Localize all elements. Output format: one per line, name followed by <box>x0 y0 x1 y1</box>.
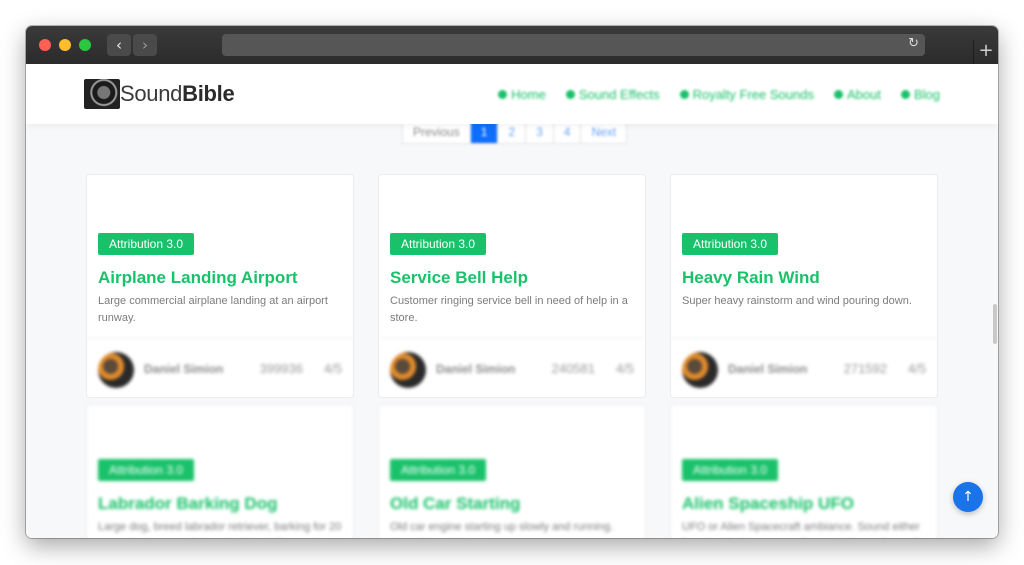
page-viewport: SoundBible Home Sound Effects Royalty Fr… <box>26 64 998 538</box>
zoom-window-button[interactable] <box>79 39 91 51</box>
sound-title[interactable]: Airplane Landing Airport <box>98 268 298 288</box>
sound-card[interactable]: Attribution 3.0 Service Bell Help Custom… <box>378 174 646 398</box>
site-logo[interactable]: SoundBible <box>84 79 235 109</box>
sound-description: Large commercial airplane landing at an … <box>98 295 328 324</box>
site-header: SoundBible Home Sound Effects Royalty Fr… <box>26 64 998 124</box>
card-footer: Daniel Simion 240581 4/5 <box>379 338 645 398</box>
nav-about[interactable]: About <box>833 87 881 102</box>
sound-title[interactable]: Alien Spaceship UFO <box>682 494 854 514</box>
play-count: 399936 <box>259 361 303 376</box>
home-icon <box>498 90 508 99</box>
rating: 4/5 <box>323 361 342 376</box>
license-badge[interactable]: Attribution 3.0 <box>98 233 195 255</box>
sound-card[interactable]: Attribution 3.0 Heavy Rain Wind Super he… <box>670 174 938 398</box>
scroll-to-top-button[interactable]: ↑ <box>953 482 983 512</box>
sound-title[interactable]: Old Car Starting <box>390 494 520 514</box>
nav-royalty-free-sounds[interactable]: Royalty Free Sounds <box>679 87 814 102</box>
info-icon <box>833 90 843 99</box>
rating: 4/5 <box>907 361 926 376</box>
logo-text: SoundBible <box>120 81 235 106</box>
pagination-page-3[interactable]: 3 <box>525 122 553 143</box>
license-badge[interactable]: Attribution 3.0 <box>390 233 487 255</box>
pagination-page-4[interactable]: 4 <box>552 122 581 143</box>
sign-in-icon <box>565 90 575 99</box>
license-badge[interactable]: Attribution 3.0 <box>98 459 195 481</box>
sound-description: UFO or Alien Spacecraft ambiance. Sound … <box>682 521 920 533</box>
pagination-page-2[interactable]: 2 <box>497 122 525 143</box>
sound-title[interactable]: Labrador Barking Dog <box>98 494 277 514</box>
sound-card[interactable]: Attribution 3.0 Alien Spaceship UFO UFO … <box>670 404 938 538</box>
pagination-next[interactable]: Next <box>580 122 626 143</box>
back-button[interactable]: ‹ <box>107 34 131 56</box>
minimize-window-button[interactable] <box>59 39 71 51</box>
forward-button[interactable]: › <box>133 34 157 56</box>
scrollbar-thumb[interactable] <box>993 304 997 344</box>
pagination-previous[interactable]: Previous <box>403 122 470 143</box>
license-badge[interactable]: Attribution 3.0 <box>682 459 779 481</box>
play-count: 271592 <box>843 361 887 376</box>
sound-card[interactable]: Attribution 3.0 Old Car Starting Old car… <box>378 404 646 538</box>
sound-description: Customer ringing service bell in need of… <box>390 295 628 324</box>
sound-card[interactable]: Attribution 3.0 Airplane Landing Airport… <box>86 174 354 398</box>
browser-window: ‹ › ↻ + SoundBible Home Sound Effects Ro… <box>26 26 998 538</box>
nav-home[interactable]: Home <box>498 87 546 102</box>
license-badge[interactable]: Attribution 3.0 <box>682 233 779 255</box>
author-name[interactable]: Daniel Simion <box>144 362 223 376</box>
card-footer: Daniel Simion 399936 4/5 <box>87 338 353 398</box>
author-name[interactable]: Daniel Simion <box>728 362 807 376</box>
close-window-button[interactable] <box>39 39 51 51</box>
blog-icon <box>900 90 910 99</box>
sound-title[interactable]: Service Bell Help <box>390 268 528 288</box>
play-count: 240581 <box>551 361 595 376</box>
nav-blog[interactable]: Blog <box>900 87 940 102</box>
sound-card[interactable]: Attribution 3.0 Labrador Barking Dog Lar… <box>86 404 354 538</box>
music-icon <box>679 90 689 99</box>
address-bar[interactable]: ↻ <box>222 34 925 56</box>
sound-description: Large dog, breed labrador retriever, bar… <box>98 521 342 533</box>
card-footer: Daniel Simion 271592 4/5 <box>671 338 937 398</box>
nav-sound-effects[interactable]: Sound Effects <box>565 87 660 102</box>
pagination: Previous 1 2 3 4 Next <box>402 122 628 144</box>
new-tab-button[interactable]: + <box>973 40 998 64</box>
browser-titlebar: ‹ › ↻ + <box>26 26 998 64</box>
sound-description: Super heavy rainstorm and wind pouring d… <box>682 295 912 307</box>
avatar[interactable] <box>390 352 426 388</box>
avatar[interactable] <box>682 352 718 388</box>
license-badge[interactable]: Attribution 3.0 <box>390 459 487 481</box>
author-name[interactable]: Daniel Simion <box>436 362 515 376</box>
avatar[interactable] <box>98 352 134 388</box>
pagination-page-1[interactable]: 1 <box>469 122 498 143</box>
rating: 4/5 <box>615 361 634 376</box>
sound-title[interactable]: Heavy Rain Wind <box>682 268 820 288</box>
sound-description: Old car engine starting up slowly and ru… <box>390 521 614 533</box>
main-nav: Home Sound Effects Royalty Free Sounds A… <box>498 87 940 102</box>
reload-icon[interactable]: ↻ <box>908 36 919 51</box>
logo-image <box>84 79 120 109</box>
